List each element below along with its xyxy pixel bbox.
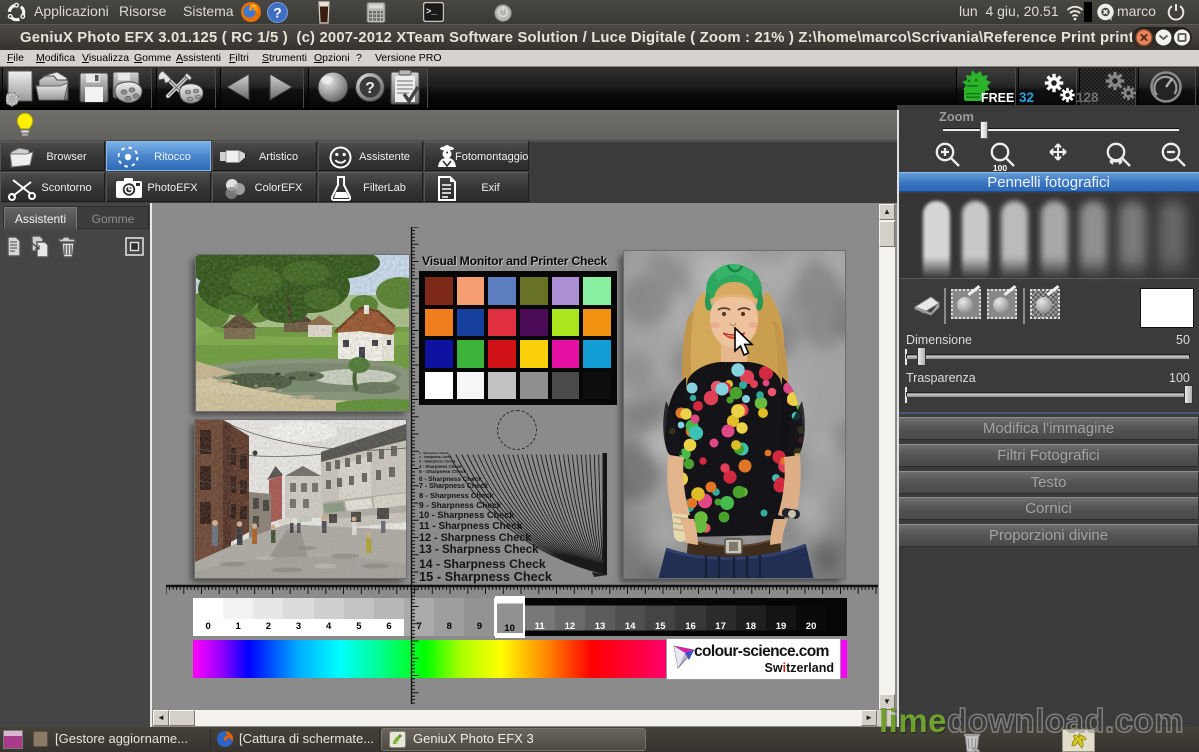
svg-text:?: ? xyxy=(365,80,375,97)
svg-text:FREE: FREE xyxy=(981,91,1014,105)
svg-text:32: 32 xyxy=(1019,90,1034,105)
svg-text:128: 128 xyxy=(1076,90,1099,105)
svg-text:?: ? xyxy=(273,5,282,21)
svg-text:>_: >_ xyxy=(426,7,437,17)
